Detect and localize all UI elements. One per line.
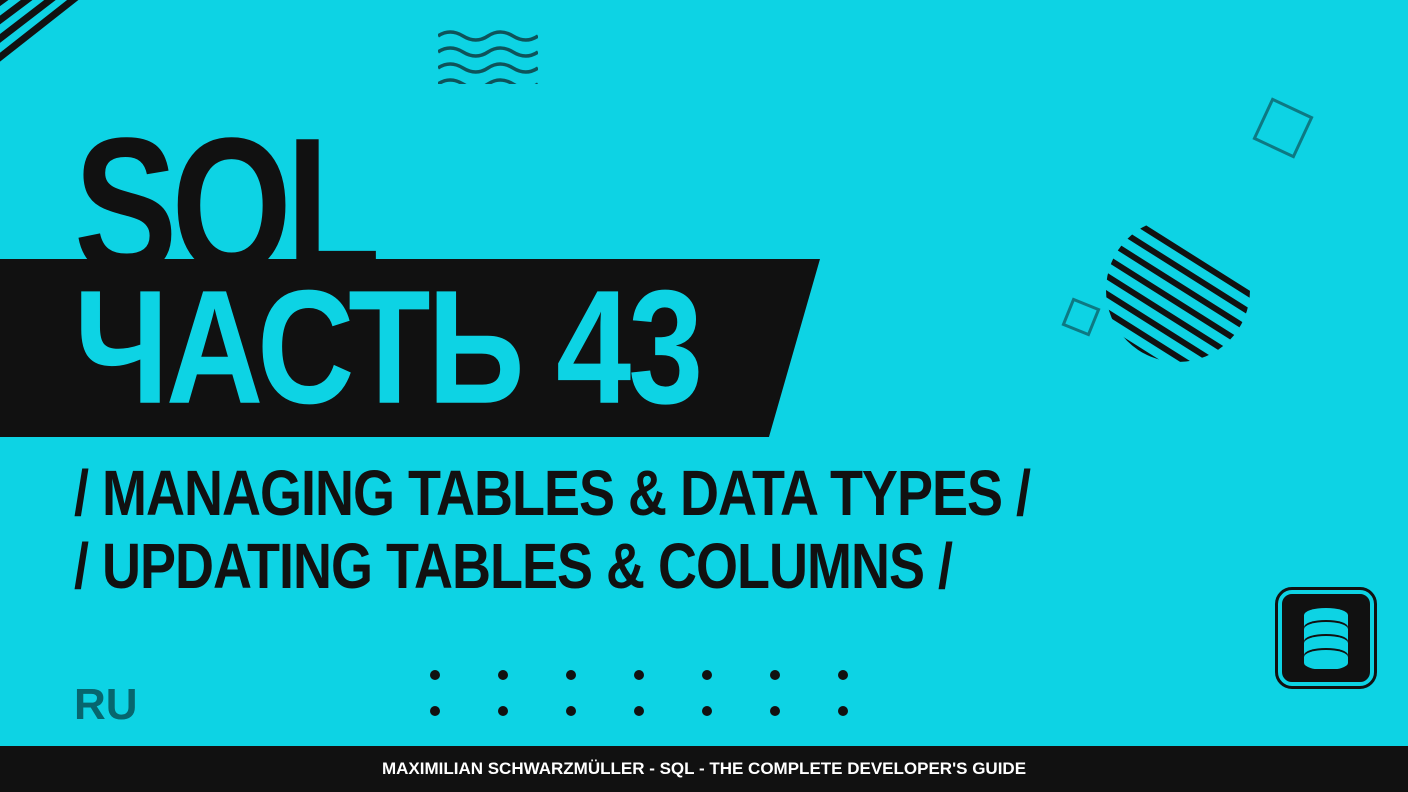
striped-circle-icon	[1103, 215, 1253, 365]
slide-canvas: SQL ЧАСТЬ 43 / MANAGING TABLES & DATA TY…	[0, 0, 1408, 792]
footer-text: MAXIMILIAN SCHWARZMÜLLER - SQL - THE COM…	[382, 759, 1026, 779]
outline-square-small-icon	[1061, 297, 1100, 336]
waves-icon	[438, 28, 538, 84]
footer-credit: MAXIMILIAN SCHWARZMÜLLER - SQL - THE COM…	[0, 746, 1408, 792]
content-area: SQL ЧАСТЬ 43 / MANAGING TABLES & DATA TY…	[0, 0, 1408, 746]
subtitle-line-2: / UPDATING TABLES & COLUMNS /	[74, 530, 952, 603]
database-icon	[1278, 590, 1374, 686]
language-badge: RU	[74, 680, 138, 730]
outline-square-icon	[1252, 97, 1313, 158]
subtitle-line-1: / MANAGING TABLES & DATA TYPES /	[74, 457, 1030, 530]
part-number-label: ЧАСТЬ 43	[74, 254, 700, 440]
dot-grid-icon	[430, 670, 850, 718]
